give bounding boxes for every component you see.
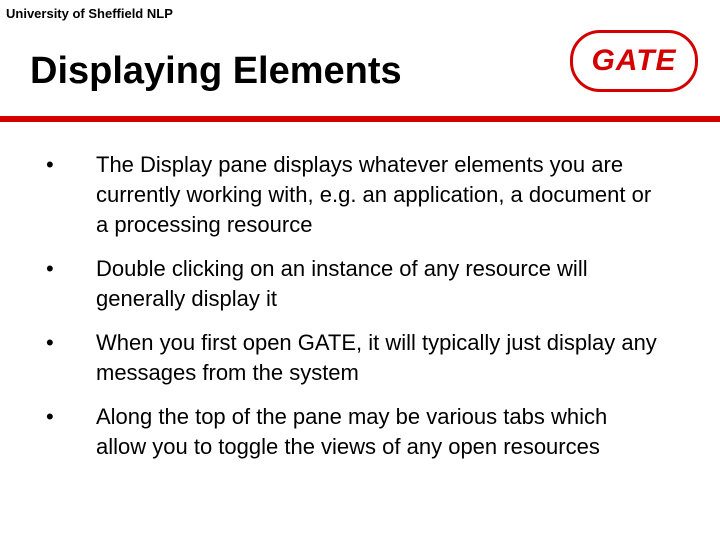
slide: University of Sheffield NLP GATE Display… <box>0 0 720 540</box>
list-item: • When you first open GATE, it will typi… <box>46 328 660 388</box>
list-item: • The Display pane displays whatever ele… <box>46 150 660 240</box>
list-item: • Along the top of the pane may be vario… <box>46 402 660 462</box>
gate-logo-text: GATE <box>591 44 676 78</box>
bullet-icon: • <box>46 402 96 432</box>
bullet-list: • The Display pane displays whatever ele… <box>46 150 660 476</box>
bullet-icon: • <box>46 254 96 284</box>
bullet-icon: • <box>46 150 96 180</box>
header-org-label: University of Sheffield NLP <box>6 6 173 21</box>
bullet-icon: • <box>46 328 96 358</box>
slide-title: Displaying Elements <box>30 50 402 93</box>
divider <box>0 116 720 122</box>
bullet-text: Along the top of the pane may be various… <box>96 402 660 462</box>
bullet-text: The Display pane displays whatever eleme… <box>96 150 660 240</box>
list-item: • Double clicking on an instance of any … <box>46 254 660 314</box>
bullet-text: Double clicking on an instance of any re… <box>96 254 660 314</box>
bullet-text: When you first open GATE, it will typica… <box>96 328 660 388</box>
gate-logo: GATE <box>570 30 698 92</box>
